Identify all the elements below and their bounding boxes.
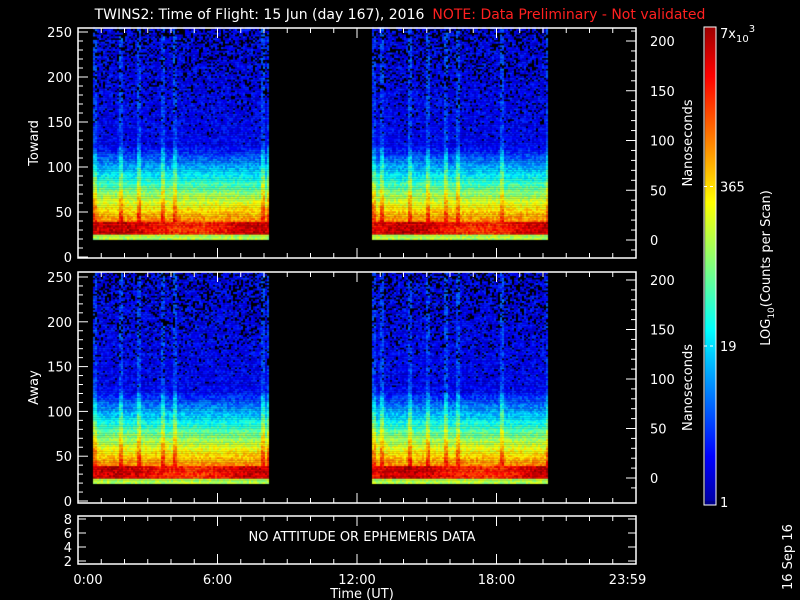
y-tick-label: 50 xyxy=(55,206,72,221)
panel-frame-away xyxy=(77,271,637,504)
ephemeris-y-tick-label: 4 xyxy=(64,541,72,556)
y-tick-label: 0 xyxy=(64,495,72,510)
colorbar-tick-label: 365 xyxy=(720,180,745,195)
colorbar-label: LOG10(Counts per Scan) xyxy=(759,190,777,346)
colorbar-tick-label: 19 xyxy=(720,340,737,355)
y-tick-label: 50 xyxy=(55,450,72,465)
y-tick-label: 200 xyxy=(47,71,72,86)
y-tick-label: 150 xyxy=(47,361,72,376)
x-tick-label: 18:00 xyxy=(478,573,515,588)
y2-tick-label: 0 xyxy=(650,234,658,249)
date-stamp: 16 Sep 16 xyxy=(781,524,796,590)
y2-axis-label: Nanoseconds xyxy=(681,99,696,186)
y2-tick-label: 100 xyxy=(650,135,675,150)
x-tick-label: 0:00 xyxy=(73,573,102,588)
ephemeris-y-tick-label: 8 xyxy=(64,513,72,528)
y-tick-label: 0 xyxy=(64,251,72,266)
y-tick-label: 150 xyxy=(47,116,72,131)
y2-tick-label: 200 xyxy=(650,35,675,50)
x-tick-label: 23:59 xyxy=(609,573,646,588)
colorbar-max-label: 7x103 xyxy=(720,24,755,45)
x-tick-label: 12:00 xyxy=(338,573,375,588)
y-tick-label: 250 xyxy=(47,271,72,286)
y2-tick-label: 50 xyxy=(650,184,667,199)
y-axis-label: Toward xyxy=(27,120,42,167)
y2-tick-label: 200 xyxy=(650,274,675,289)
y2-tick-label: 100 xyxy=(650,373,675,388)
plot-title: TWINS2: Time of Flight: 15 Jun (day 167)… xyxy=(0,7,800,23)
colorbar-tick-label: 1 xyxy=(720,496,728,511)
x-axis-label: Time (UT) xyxy=(329,587,394,600)
panel-frame-toward xyxy=(77,27,637,259)
x-tick-label: 6:00 xyxy=(203,573,232,588)
colorbar xyxy=(703,26,717,506)
y2-axis-label: Nanoseconds xyxy=(681,344,696,431)
y-tick-label: 100 xyxy=(47,161,72,176)
y-tick-label: 200 xyxy=(47,316,72,331)
y-axis-label: Away xyxy=(27,370,42,405)
y-tick-label: 100 xyxy=(47,405,72,420)
preliminary-note: NOTE: Data Preliminary - Not validated xyxy=(432,7,706,23)
y2-tick-label: 50 xyxy=(650,423,667,438)
no-data-message: NO ATTITUDE OR EPHEMERIS DATA xyxy=(249,530,476,545)
title-text: TWINS2: Time of Flight: 15 Jun (day 167)… xyxy=(94,7,425,23)
y2-tick-label: 150 xyxy=(650,324,675,339)
chart-axes: 050100150200250050100150200Toward Nanosec… xyxy=(27,24,796,600)
y-tick-label: 250 xyxy=(47,26,72,41)
ephemeris-y-tick-label: 6 xyxy=(64,527,72,542)
ephemeris-y-tick-label: 2 xyxy=(64,555,72,570)
y2-tick-label: 150 xyxy=(650,85,675,100)
y2-tick-label: 0 xyxy=(650,472,658,487)
